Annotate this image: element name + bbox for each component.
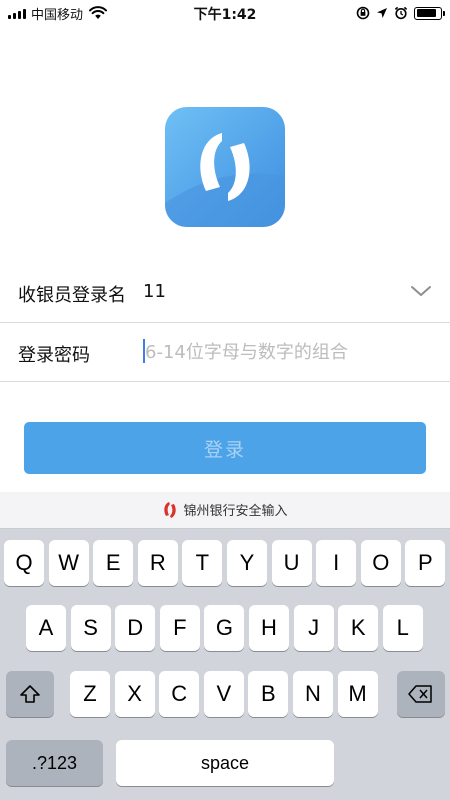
key-v[interactable]: V: [203, 671, 244, 717]
key-y[interactable]: Y: [227, 540, 267, 586]
key-d[interactable]: D: [115, 605, 156, 651]
space-key[interactable]: space: [116, 740, 334, 786]
username-row[interactable]: 收银员登录名 11: [0, 264, 450, 322]
key-m[interactable]: M: [337, 671, 378, 717]
key-l[interactable]: L: [382, 605, 423, 651]
key-h[interactable]: H: [249, 605, 289, 651]
username-label: 收银员登录名: [18, 285, 126, 306]
key-r[interactable]: R: [137, 540, 178, 586]
key-n[interactable]: N: [293, 671, 333, 717]
keyboard: 锦州银行安全输入 Q W E R T Y U I O P A S D F G H J K L Z X C V B N M .?123…: [0, 492, 450, 800]
app-logo: [165, 107, 285, 227]
backspace-icon: [408, 685, 432, 703]
battery-level: [416, 9, 437, 17]
key-b[interactable]: B: [248, 671, 289, 717]
key-e[interactable]: E: [93, 540, 134, 586]
key-f[interactable]: F: [159, 605, 200, 651]
key-z[interactable]: Z: [70, 671, 110, 717]
password-input[interactable]: [142, 337, 435, 367]
numbers-key[interactable]: .?123: [6, 740, 103, 786]
bank-logo-icon: [164, 501, 177, 518]
password-row[interactable]: 登录密码: [0, 324, 450, 382]
chevron-down-icon[interactable]: [410, 284, 432, 298]
divider: [0, 322, 450, 323]
shift-icon: [20, 685, 40, 703]
key-c[interactable]: C: [159, 671, 200, 717]
divider: [0, 381, 450, 382]
username-value: 11: [143, 281, 166, 302]
key-o[interactable]: O: [360, 540, 401, 586]
key-s[interactable]: S: [70, 605, 111, 651]
key-j[interactable]: J: [293, 605, 334, 651]
password-label: 登录密码: [18, 345, 90, 366]
shift-key[interactable]: [6, 671, 54, 717]
rotation-lock-icon: [356, 6, 370, 20]
key-q[interactable]: Q: [4, 540, 44, 586]
key-k[interactable]: K: [338, 605, 379, 651]
keyboard-title-wrap: 锦州银行安全输入: [0, 500, 450, 519]
text-cursor: [143, 339, 145, 363]
keyboard-title: 锦州银行安全输入: [183, 504, 288, 519]
key-u[interactable]: U: [271, 540, 312, 586]
alarm-icon: [394, 6, 408, 20]
keyboard-header: 锦州银行安全输入: [0, 492, 450, 529]
delete-key[interactable]: [397, 671, 445, 717]
battery-icon: [414, 6, 445, 20]
key-a[interactable]: A: [26, 605, 66, 651]
key-x[interactable]: X: [114, 671, 155, 717]
status-bar: 中国移动 下午1:42: [0, 0, 450, 26]
key-g[interactable]: G: [204, 605, 245, 651]
location-icon: [377, 8, 387, 18]
key-p[interactable]: P: [405, 540, 446, 586]
key-i[interactable]: I: [316, 540, 357, 586]
key-w[interactable]: W: [48, 540, 89, 586]
key-t[interactable]: T: [182, 540, 223, 586]
login-button[interactable]: 登录: [24, 422, 426, 474]
status-right: [356, 4, 445, 22]
